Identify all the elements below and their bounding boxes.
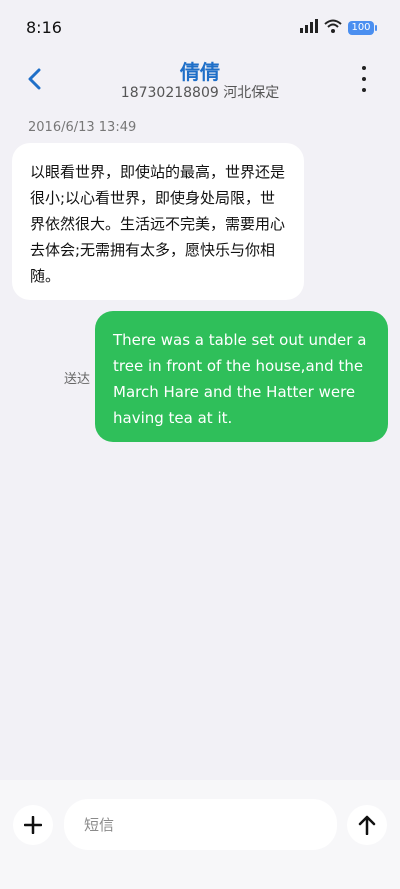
more-dot [362,77,366,81]
contact-name: 倩倩 [180,60,220,84]
incoming-message-bubble[interactable]: 以眼看世界，即使站的最高，世界还是很小;以心看世界，即使身处局限，世界依然很大。… [12,143,304,300]
conversation-header: 倩倩 18730218809 河北保定 [0,56,400,110]
message-composer [0,780,400,889]
more-dot [362,88,366,92]
battery-icon: 100 [348,20,377,35]
send-button[interactable] [347,805,387,845]
more-options-button[interactable] [354,66,374,92]
delivery-status: 送达 [64,372,91,387]
status-bar: 8:16 100 [0,0,400,56]
add-attachment-button[interactable] [13,805,53,845]
status-icons: 100 [300,18,377,37]
message-input[interactable] [64,799,337,850]
message-timestamp: 2016/6/13 13:49 [28,120,137,135]
more-vertical-icon [362,66,366,70]
signal-icon [300,18,318,37]
wifi-icon [324,18,342,37]
status-time: 8:16 [26,18,62,37]
outgoing-message-bubble[interactable]: There was a table set out under a tree i… [95,311,388,442]
plus-icon [24,816,42,834]
send-up-arrow-icon [358,815,376,835]
contact-detail: 18730218809 河北保定 [120,85,280,101]
